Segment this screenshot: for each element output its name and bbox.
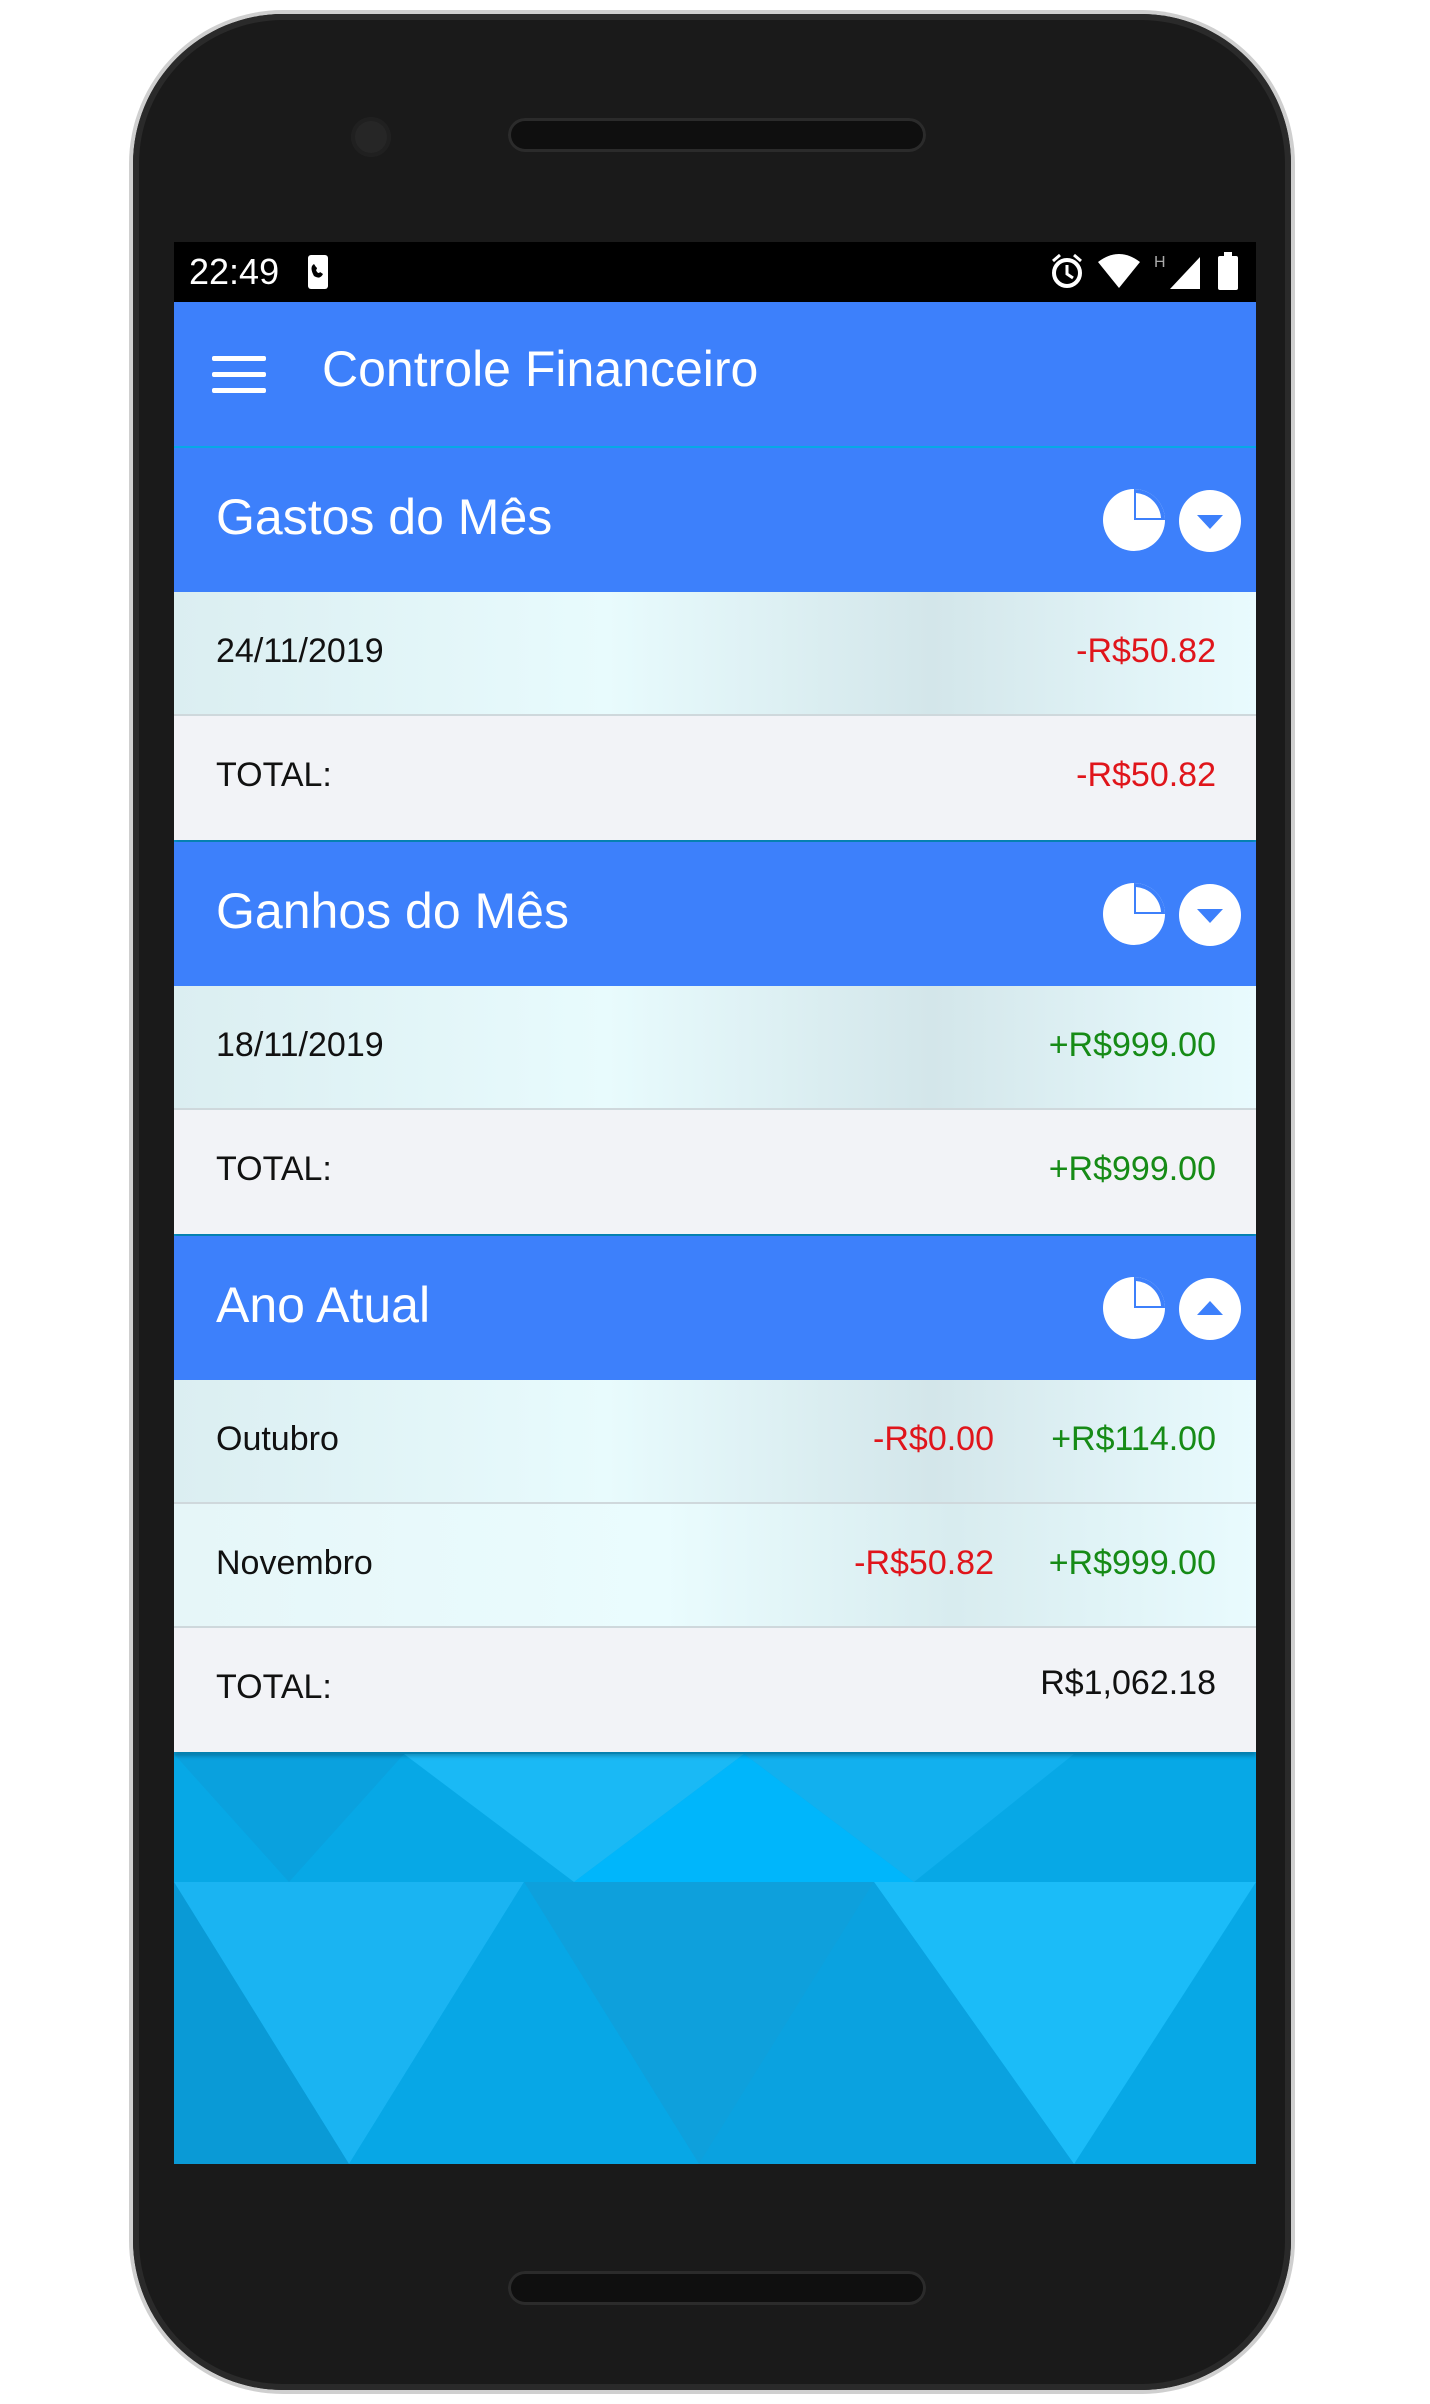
total-value: R$1,062.18 bbox=[1040, 1664, 1216, 1702]
chevron-up-icon bbox=[1197, 1301, 1223, 1315]
total-row: TOTAL: +R$999.00 bbox=[174, 1110, 1256, 1234]
section-header-gastos: Gastos do Mês bbox=[174, 448, 1256, 592]
bottom-speaker bbox=[508, 2271, 926, 2305]
section-title: Ano Atual bbox=[216, 1277, 431, 1333]
expand-toggle-button[interactable] bbox=[1179, 490, 1241, 552]
status-icons: H bbox=[1050, 252, 1238, 290]
total-value: -R$50.82 bbox=[1076, 756, 1216, 794]
signal-icon: H bbox=[1154, 254, 1200, 289]
row-expense: -R$0.00 bbox=[873, 1420, 994, 1458]
collapse-toggle-button[interactable] bbox=[1179, 1278, 1241, 1340]
section-title: Ganhos do Mês bbox=[216, 883, 569, 939]
row-income: +R$999.00 bbox=[1048, 1544, 1216, 1582]
list-item[interactable]: Outubro -R$0.00 +R$114.00 bbox=[174, 1380, 1256, 1504]
row-month: Outubro bbox=[216, 1420, 339, 1458]
phone-notification-icon bbox=[308, 255, 329, 289]
pie-chart-icon[interactable] bbox=[1102, 882, 1166, 946]
row-income: +R$114.00 bbox=[1051, 1420, 1216, 1458]
battery-icon bbox=[1218, 252, 1238, 290]
row-value: +R$999.00 bbox=[1048, 1026, 1216, 1064]
total-value: +R$999.00 bbox=[1048, 1150, 1216, 1188]
status-bar: 22:49 H bbox=[174, 242, 1256, 302]
row-date: 18/11/2019 bbox=[216, 1026, 384, 1064]
list-item[interactable]: 18/11/2019 +R$999.00 bbox=[174, 986, 1256, 1110]
total-label: TOTAL: bbox=[216, 756, 332, 794]
earpiece-speaker bbox=[508, 118, 926, 152]
menu-icon[interactable] bbox=[212, 356, 266, 394]
expand-toggle-button[interactable] bbox=[1179, 884, 1241, 946]
total-row: TOTAL: -R$50.82 bbox=[174, 716, 1256, 840]
chevron-down-icon bbox=[1197, 909, 1223, 923]
total-label: TOTAL: bbox=[216, 1150, 332, 1188]
app-title: Controle Financeiro bbox=[322, 341, 759, 397]
alarm-icon bbox=[1052, 253, 1082, 288]
svg-text:H: H bbox=[1154, 254, 1166, 271]
total-label: TOTAL: bbox=[216, 1668, 332, 1706]
app-bar: Controle Financeiro bbox=[174, 302, 1256, 446]
section-title: Gastos do Mês bbox=[216, 489, 553, 545]
row-value: -R$50.82 bbox=[1076, 632, 1216, 670]
front-camera bbox=[351, 117, 391, 157]
pie-chart-icon[interactable] bbox=[1102, 1276, 1166, 1340]
list-item[interactable]: Novembro -R$50.82 +R$999.00 bbox=[174, 1504, 1256, 1628]
total-row: TOTAL: R$1,062.18 bbox=[174, 1628, 1256, 1752]
chevron-down-icon bbox=[1197, 515, 1223, 529]
status-time: 22:49 bbox=[189, 251, 280, 292]
wifi-icon bbox=[1098, 254, 1140, 288]
section-header-ganhos: Ganhos do Mês bbox=[174, 842, 1256, 986]
section-header-ano: Ano Atual bbox=[174, 1236, 1256, 1380]
list-item[interactable]: 24/11/2019 -R$50.82 bbox=[174, 592, 1256, 716]
pie-chart-icon[interactable] bbox=[1102, 488, 1166, 552]
row-month: Novembro bbox=[216, 1544, 373, 1582]
screen: 22:49 H Controle Financeiro Gastos do Mê… bbox=[174, 242, 1256, 2164]
row-date: 24/11/2019 bbox=[216, 632, 384, 670]
row-expense: -R$50.82 bbox=[854, 1544, 994, 1582]
